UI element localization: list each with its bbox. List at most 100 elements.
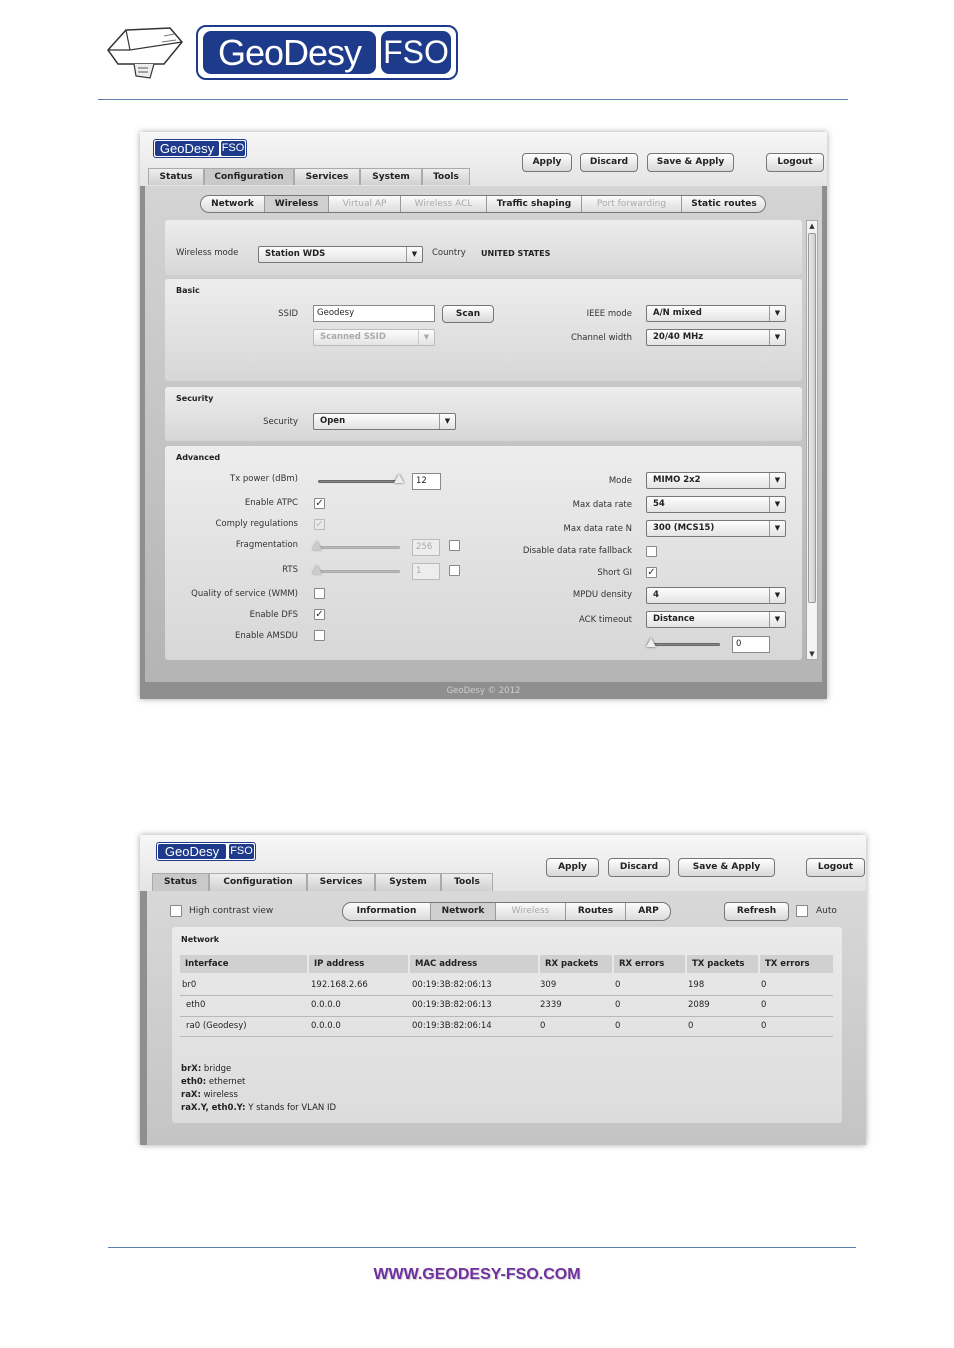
rts-input[interactable]: 1 — [412, 563, 440, 580]
wireless-mode-select[interactable]: Station WDS ▼ — [258, 246, 423, 263]
fragmentation-checkbox[interactable] — [449, 540, 460, 551]
subtab-information[interactable]: Information — [343, 903, 431, 920]
row-tx-packets: 2089 — [688, 1000, 710, 1010]
fragmentation-slider-handle[interactable] — [312, 541, 322, 550]
mpdu-density-select[interactable]: 4 ▼ — [646, 587, 786, 604]
app-logo: GeoDesy FSO — [153, 139, 247, 158]
subtab-network[interactable]: Network — [431, 903, 496, 920]
ack-timeout-input[interactable]: 0 — [732, 636, 770, 653]
tab-status[interactable]: Status — [152, 873, 209, 891]
row-tx-packets: 198 — [688, 980, 705, 990]
tab-system[interactable]: System — [375, 873, 441, 891]
ack-timeout-slider-handle[interactable] — [646, 638, 656, 647]
scan-button[interactable]: Scan — [442, 305, 494, 323]
row-ip-address: 0.0.0.0 — [311, 1021, 341, 1031]
chevron-down-icon: ▼ — [769, 521, 785, 536]
qos-wmm-label: Quality of service (WMM) — [191, 589, 298, 599]
subtab-wireless-acl[interactable]: Wireless ACL — [401, 196, 487, 212]
tab-status[interactable]: Status — [148, 168, 204, 185]
max-data-rate-select[interactable]: 54 ▼ — [646, 496, 786, 513]
subtab-arp[interactable]: ARP — [626, 903, 670, 920]
tab-tools[interactable]: Tools — [422, 168, 470, 185]
subtab-port-forwarding[interactable]: Port forwarding — [582, 196, 682, 212]
enable-dfs-checkbox[interactable]: ✓ — [314, 609, 325, 620]
app-logo-fso: FSO — [229, 844, 254, 859]
high-contrast-checkbox[interactable] — [170, 905, 182, 917]
enable-amsdu-checkbox[interactable] — [314, 630, 325, 641]
subtab-static-routes[interactable]: Static routes — [682, 196, 765, 212]
tab-system[interactable]: System — [360, 168, 422, 185]
subtab-traffic-shaping[interactable]: Traffic shaping — [487, 196, 582, 212]
max-data-rate-label: Max data rate — [572, 500, 632, 510]
comply-regulations-checkbox[interactable]: ✓ — [314, 519, 325, 530]
col-rx-errors: RX errors — [614, 955, 685, 973]
chevron-down-icon: ▼ — [769, 612, 785, 627]
ieee-mode-value: A/N mixed — [653, 308, 702, 318]
short-gi-checkbox[interactable]: ✓ — [646, 567, 657, 578]
fragmentation-input[interactable]: 256 — [412, 539, 440, 556]
discard-button[interactable]: Discard — [580, 153, 638, 172]
scroll-up-icon[interactable]: ▲ — [807, 221, 817, 231]
auto-refresh-checkbox[interactable] — [796, 905, 808, 917]
wireless-mode-value: Station WDS — [265, 249, 326, 259]
fragmentation-slider[interactable] — [316, 546, 400, 549]
security-panel — [165, 387, 802, 441]
website-url[interactable]: WWW.GEODESY-FSO.COM — [0, 1266, 954, 1284]
security-title: Security — [176, 394, 214, 403]
apply-button[interactable]: Apply — [546, 858, 599, 877]
qos-wmm-checkbox[interactable] — [314, 588, 325, 599]
ieee-mode-select[interactable]: A/N mixed ▼ — [646, 305, 786, 322]
chevron-down-icon: ▼ — [769, 588, 785, 603]
tab-tools[interactable]: Tools — [441, 873, 493, 891]
ack-timeout-slider[interactable] — [650, 643, 720, 646]
disable-fallback-checkbox[interactable] — [646, 546, 657, 557]
row-mac-address: 00:19:3B:82:06:14 — [412, 1021, 492, 1031]
scrollbar-thumb[interactable] — [808, 233, 816, 603]
max-data-rate-n-select[interactable]: 300 (MCS15) ▼ — [646, 520, 786, 537]
refresh-button[interactable]: Refresh — [724, 902, 789, 921]
mode-select[interactable]: MIMO 2x2 ▼ — [646, 472, 786, 489]
logout-button[interactable]: Logout — [766, 153, 824, 172]
chevron-down-icon: ▼ — [439, 414, 455, 429]
tab-services[interactable]: Services — [307, 873, 375, 891]
chevron-down-icon: ▼ — [769, 330, 785, 345]
content-scrollbar[interactable]: ▲ ▼ — [806, 220, 818, 660]
channel-width-select[interactable]: 20/40 MHz ▼ — [646, 329, 786, 346]
subtab-wireless[interactable]: Wireless — [496, 903, 566, 920]
row-interface: ra0 (Geodesy) — [186, 1021, 247, 1031]
subtab-virtual-ap[interactable]: Virtual AP — [329, 196, 401, 212]
tab-services[interactable]: Services — [294, 168, 360, 185]
status-subtabs: Information Network Wireless Routes ARP — [342, 902, 671, 921]
discard-button[interactable]: Discard — [608, 858, 670, 877]
security-value: Open — [320, 416, 346, 426]
tab-configuration[interactable]: Configuration — [209, 873, 307, 891]
rts-slider[interactable] — [316, 570, 400, 573]
save-apply-button[interactable]: Save & Apply — [647, 153, 734, 172]
tx-power-input[interactable]: 12 — [412, 473, 441, 490]
scanned-ssid-select[interactable]: Scanned SSID ▼ — [313, 329, 435, 346]
scroll-down-icon[interactable]: ▼ — [807, 649, 817, 659]
save-apply-button[interactable]: Save & Apply — [678, 858, 775, 877]
apply-button[interactable]: Apply — [522, 153, 572, 172]
legend-text: ethernet — [206, 1077, 246, 1087]
ssid-label: SSID — [278, 309, 298, 319]
tab-configuration[interactable]: Configuration — [204, 168, 294, 185]
copyright-footer: GeoDesy © 2012 — [446, 686, 521, 696]
subtab-wireless[interactable]: Wireless — [265, 196, 329, 212]
ack-timeout-select[interactable]: Distance ▼ — [646, 611, 786, 628]
ssid-input[interactable]: Geodesy — [313, 305, 435, 322]
app-logo-fso: FSO — [221, 141, 245, 156]
subtab-routes[interactable]: Routes — [566, 903, 626, 920]
security-select[interactable]: Open ▼ — [313, 413, 456, 430]
rts-slider-handle[interactable] — [312, 565, 322, 574]
tx-power-slider-handle[interactable] — [394, 474, 404, 483]
max-data-rate-n-label: Max data rate N — [563, 524, 632, 534]
tx-power-slider[interactable] — [318, 480, 403, 483]
enable-atpc-checkbox[interactable]: ✓ — [314, 498, 325, 509]
rts-checkbox[interactable] — [449, 565, 460, 576]
high-contrast-label: High contrast view — [189, 906, 274, 916]
mode-label: Mode — [608, 476, 632, 486]
subtab-network[interactable]: Network — [201, 196, 265, 212]
logout-button[interactable]: Logout — [806, 858, 865, 877]
row-tx-errors: 0 — [761, 1021, 767, 1031]
